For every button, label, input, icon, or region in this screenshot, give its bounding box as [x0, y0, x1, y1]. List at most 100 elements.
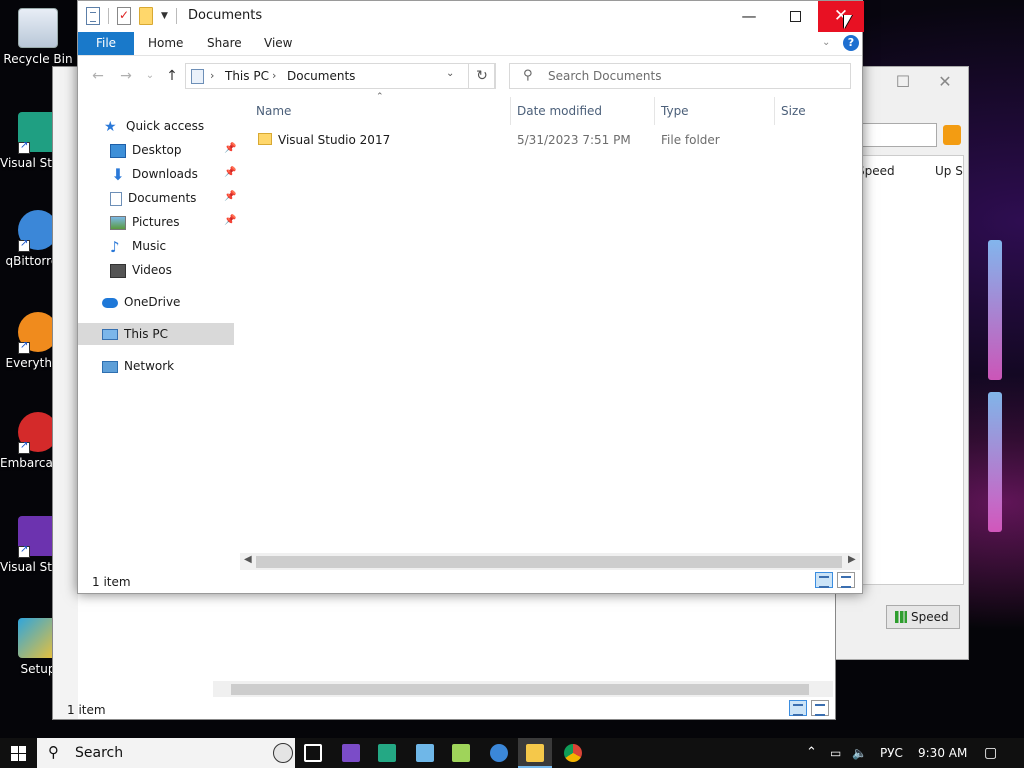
show-hidden-icons-chevron-icon[interactable]: ⌃: [806, 738, 817, 768]
horizontal-scrollbar[interactable]: [213, 681, 833, 697]
details-view-button[interactable]: [815, 572, 833, 588]
view-switcher: [815, 572, 855, 588]
taskbar-qbittorrent[interactable]: [482, 738, 516, 768]
minimize-button[interactable]: —: [726, 1, 772, 32]
column-header-size[interactable]: Size: [781, 101, 806, 121]
navigation-bar: ← → ⌄ ↑ › This PC › Documents ⌄ ↻ ⚲: [78, 57, 862, 95]
breadcrumb-documents[interactable]: Documents: [287, 69, 355, 83]
nav-item-onedrive[interactable]: OneDrive: [102, 291, 180, 313]
expand-ribbon-chevron-icon[interactable]: ⌄: [822, 37, 830, 48]
address-bar[interactable]: › This PC › Documents ⌄: [185, 63, 495, 89]
nav-item-network[interactable]: Network: [102, 355, 174, 377]
address-history-chevron-icon[interactable]: ⌄: [446, 68, 454, 79]
maximize-button[interactable]: [772, 1, 818, 32]
view-switcher: [789, 700, 829, 716]
input-language-indicator[interactable]: РУС: [880, 738, 903, 768]
search-input[interactable]: [548, 67, 838, 85]
status-item-count: 1 item: [92, 575, 131, 589]
scrollbar-thumb[interactable]: [256, 556, 842, 568]
taskbar-vscode-insiders[interactable]: [370, 738, 404, 768]
pin-icon[interactable]: 📌: [224, 191, 236, 202]
column-header-up-speed[interactable]: Up S: [935, 164, 963, 178]
forward-button[interactable]: →: [116, 66, 136, 86]
explorer-window[interactable]: ✓ ▼ Documents — ✕ File Home Share View ⌄…: [77, 0, 864, 594]
task-view-button[interactable]: [296, 738, 330, 768]
close-button[interactable]: ✕: [818, 1, 864, 32]
tab-home[interactable]: Home: [134, 32, 197, 55]
tab-share[interactable]: Share: [193, 32, 256, 55]
column-divider[interactable]: [774, 97, 775, 125]
breadcrumb-separator[interactable]: ›: [272, 69, 276, 82]
wallpaper-light: [988, 392, 1002, 532]
back-button[interactable]: ←: [88, 66, 108, 86]
column-divider[interactable]: [654, 97, 655, 125]
nav-label: Desktop: [132, 143, 182, 157]
large-icons-view-button[interactable]: [811, 700, 829, 716]
search-box[interactable]: ⚲: [509, 63, 851, 89]
close-button[interactable]: ✕: [922, 67, 968, 97]
taskbar-file-explorer[interactable]: [518, 738, 552, 768]
windows-logo-icon: [11, 746, 26, 761]
recent-locations-button[interactable]: ⌄: [140, 66, 160, 86]
nav-item-music[interactable]: ♪ Music: [110, 235, 166, 257]
new-folder-icon[interactable]: [139, 7, 153, 25]
column-header-name[interactable]: Name: [256, 101, 291, 121]
checkmark-icon[interactable]: ✓: [117, 7, 131, 25]
details-view-button[interactable]: [789, 700, 807, 716]
title-bar[interactable]: ✓ ▼ Documents — ✕: [78, 1, 864, 32]
breadcrumb-separator[interactable]: ›: [210, 69, 214, 82]
nav-item-pictures[interactable]: Pictures: [110, 211, 180, 233]
pin-icon[interactable]: 📌: [224, 143, 236, 154]
notifications-icon[interactable]: ▢: [984, 738, 997, 768]
nav-label: OneDrive: [124, 295, 181, 309]
column-header-type[interactable]: Type: [661, 101, 689, 121]
table-row[interactable]: Visual Studio 2017 5/31/2023 7:51 PM Fil…: [248, 129, 848, 151]
help-button[interactable]: ?: [843, 35, 859, 51]
pin-icon[interactable]: 📌: [224, 215, 236, 226]
nav-label: Downloads: [132, 167, 198, 181]
nav-item-this-pc[interactable]: This PC: [78, 323, 234, 345]
taskbar-search-box[interactable]: ⚲ Search: [37, 738, 295, 768]
desktop-icon-recycle-bin[interactable]: Recycle Bin: [0, 8, 76, 67]
nav-item-downloads[interactable]: ⬇ Downloads: [110, 163, 198, 185]
cloud-icon: [102, 297, 118, 308]
tab-view[interactable]: View: [250, 32, 306, 55]
nav-item-documents[interactable]: Documents: [110, 187, 196, 209]
search-input[interactable]: [861, 123, 937, 147]
breadcrumb-this-pc[interactable]: This PC: [225, 69, 269, 83]
speed-button[interactable]: Speed: [886, 605, 960, 629]
qbittorrent-icon: [490, 744, 508, 762]
up-button[interactable]: ↑: [162, 66, 182, 86]
quick-access-toolbar: ✓ ▼: [86, 7, 177, 25]
scroll-left-arrow-icon[interactable]: ◀: [244, 554, 252, 565]
taskbar-notepad-plus-plus[interactable]: [444, 738, 478, 768]
nav-item-videos[interactable]: Videos: [110, 259, 172, 281]
properties-icon[interactable]: [86, 7, 100, 25]
scroll-right-arrow-icon[interactable]: ▶: [848, 554, 856, 565]
large-icons-view-button[interactable]: [837, 572, 855, 588]
file-list: ⌃ Name Date modified Type Size Visual St…: [244, 92, 862, 563]
column-header-date-modified[interactable]: Date modified: [517, 101, 602, 121]
volume-muted-icon[interactable]: 🔈: [852, 738, 867, 768]
refresh-button[interactable]: ↻: [468, 63, 496, 89]
pin-icon[interactable]: 📌: [224, 167, 236, 178]
start-button[interactable]: [0, 738, 36, 768]
transfer-list[interactable]: Speed Up S: [854, 155, 964, 585]
download-arrow-icon: ⬇: [111, 164, 125, 184]
clock[interactable]: 9:30 AM: [918, 738, 967, 768]
maximize-icon: [789, 11, 801, 22]
cell-date-modified: 5/31/2023 7:51 PM: [517, 133, 631, 147]
scrollbar-thumb[interactable]: [231, 684, 809, 695]
tab-file[interactable]: File: [78, 32, 134, 55]
window-title: Documents: [188, 8, 263, 23]
taskbar-chrome[interactable]: [556, 738, 590, 768]
customize-toolbar-dropdown-icon[interactable]: ▼: [161, 11, 168, 21]
taskbar-visual-studio[interactable]: [334, 738, 368, 768]
nav-item-desktop[interactable]: Desktop: [110, 139, 236, 161]
nav-item-quick-access[interactable]: ★ Quick access: [104, 115, 204, 137]
horizontal-scrollbar[interactable]: ◀ ▶: [240, 553, 860, 570]
taskbar-notepad[interactable]: [408, 738, 442, 768]
maximize-button[interactable]: ☐: [880, 67, 926, 97]
network-status-icon[interactable]: ▭: [830, 738, 841, 768]
column-divider[interactable]: [510, 97, 511, 125]
